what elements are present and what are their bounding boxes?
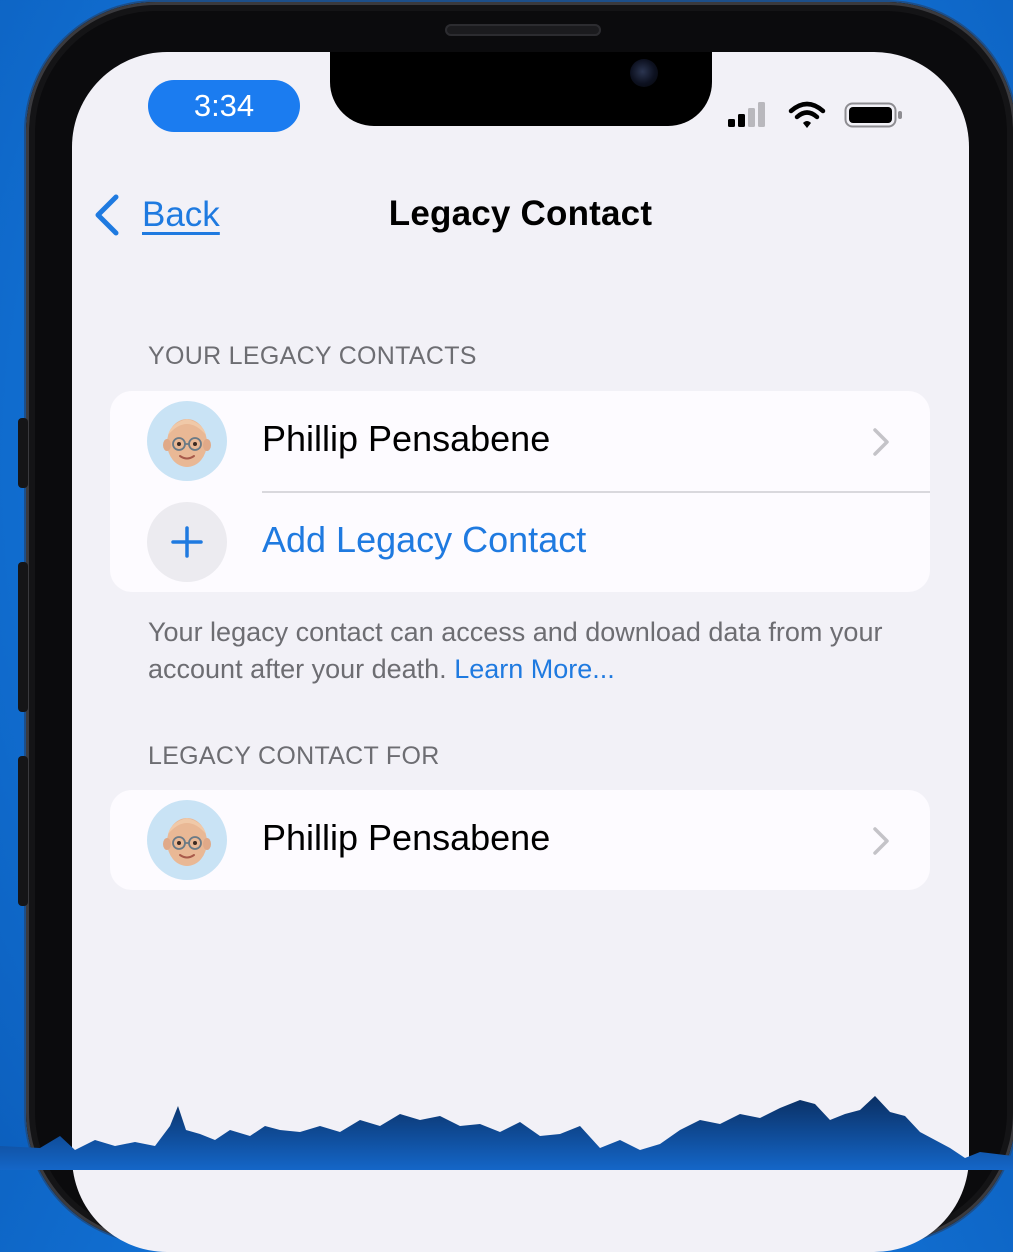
legacy-contact-description: Your legacy contact can access and downl… <box>148 614 888 688</box>
plus-icon <box>171 526 203 558</box>
speaker-grille <box>445 24 601 36</box>
legacy-contact-for-row[interactable]: Phillip Pensabene <box>110 790 930 890</box>
your-legacy-contacts-group: Phillip Pensabene Add Legacy Contact <box>110 391 930 592</box>
legacy-contact-row[interactable]: Phillip Pensabene <box>110 391 930 491</box>
cellular-signal-icon <box>728 102 765 127</box>
battery-icon <box>844 102 902 128</box>
memoji-avatar-icon <box>163 419 211 467</box>
notch <box>330 52 712 126</box>
learn-more-link[interactable]: Learn More... <box>454 654 615 684</box>
volume-down-button <box>18 562 28 712</box>
decorative-wave <box>0 1096 1013 1170</box>
avatar <box>147 401 227 481</box>
add-legacy-contact-label: Add Legacy Contact <box>262 519 587 560</box>
front-camera <box>630 59 658 87</box>
side-button <box>18 756 28 906</box>
chevron-right-icon <box>873 428 889 456</box>
status-icons <box>726 98 904 132</box>
contact-name: Phillip Pensabene <box>262 817 551 858</box>
section-header-your-legacy-contacts: YOUR LEGACY CONTACTS <box>148 342 477 370</box>
volume-up-button <box>18 418 28 488</box>
contact-name: Phillip Pensabene <box>262 418 551 459</box>
page-title: Legacy Contact <box>388 194 653 233</box>
status-time: 3:34 <box>148 80 300 132</box>
section-header-legacy-contact-for: LEGACY CONTACT FOR <box>148 742 440 770</box>
wifi-icon <box>788 101 826 128</box>
legacy-contact-for-group: Phillip Pensabene <box>110 790 930 890</box>
chevron-right-icon <box>873 827 889 855</box>
add-legacy-contact-button[interactable]: Add Legacy Contact <box>110 492 930 592</box>
memoji-avatar-icon <box>163 818 211 866</box>
add-icon-circle <box>147 502 227 582</box>
avatar <box>147 800 227 880</box>
